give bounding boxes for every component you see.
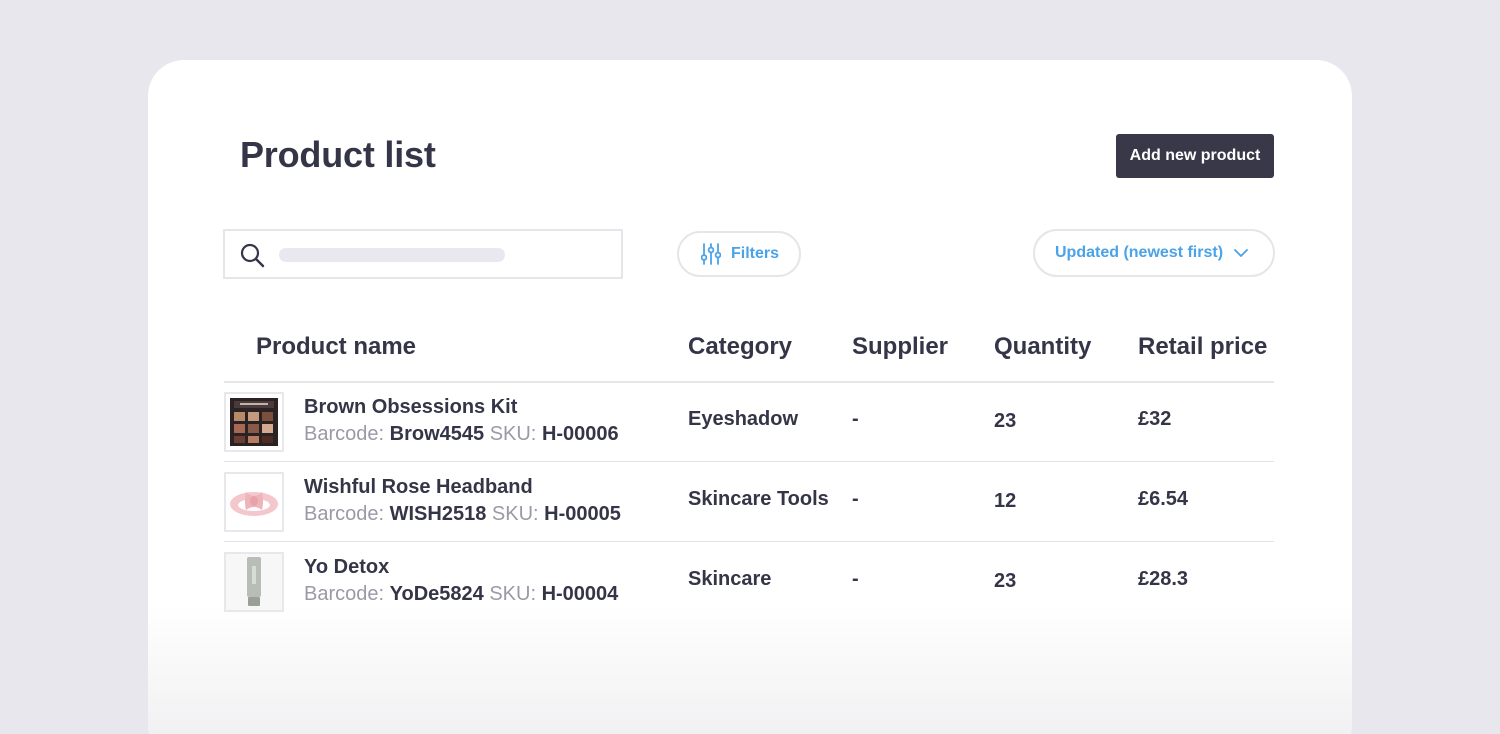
column-header-retail-price[interactable]: Retail price bbox=[1138, 333, 1267, 361]
sku-value: H-00006 bbox=[541, 423, 619, 445]
sku-value: H-00005 bbox=[544, 503, 621, 525]
supplier-cell: - bbox=[852, 568, 859, 590]
product-codes: Barcode: YoDe5824 SKU: H-00004 bbox=[304, 583, 618, 606]
tube-icon bbox=[224, 552, 284, 612]
price-cell: £28.3 bbox=[1138, 568, 1189, 590]
column-header-quantity[interactable]: Quantity bbox=[994, 333, 1091, 361]
barcode-value: Brow4545 bbox=[389, 423, 485, 445]
search-box[interactable] bbox=[223, 229, 623, 279]
product-name[interactable]: Wishful Rose Headband bbox=[304, 476, 533, 499]
product-codes: Barcode: WISH2518 SKU: H-00005 bbox=[304, 503, 621, 526]
table-row[interactable]: Wishful Rose Headband Barcode: WISH2518 … bbox=[224, 462, 1274, 542]
column-header-product-name[interactable]: Product name bbox=[256, 333, 416, 361]
product-codes: Barcode: Brow4545 SKU: H-00006 bbox=[304, 423, 619, 446]
headband-icon bbox=[224, 472, 284, 532]
add-new-product-button[interactable]: Add new product bbox=[1116, 134, 1274, 178]
product-name[interactable]: Brown Obsessions Kit bbox=[304, 396, 517, 419]
sku-value: H-00004 bbox=[541, 583, 619, 605]
filters-label: Filters bbox=[731, 245, 780, 262]
search-input[interactable] bbox=[279, 248, 505, 262]
sku-label: SKU: bbox=[489, 423, 537, 445]
price-cell: £6.54 bbox=[1138, 488, 1189, 510]
screen-background: Product list Add new product Filters Upd… bbox=[0, 0, 1500, 734]
chevron-down-icon bbox=[1234, 249, 1248, 257]
barcode-label: Barcode: bbox=[304, 583, 385, 605]
barcode-label: Barcode: bbox=[304, 503, 385, 525]
barcode-value: YoDe5824 bbox=[389, 583, 484, 605]
barcode-value: WISH2518 bbox=[389, 503, 487, 525]
table-row[interactable]: Brown Obsessions Kit Barcode: Brow4545 S… bbox=[224, 382, 1274, 462]
table-row[interactable]: Yo Detox Barcode: YoDe5824 SKU: H-00004 … bbox=[224, 542, 1274, 622]
column-header-supplier[interactable]: Supplier bbox=[852, 333, 948, 361]
search-icon bbox=[240, 243, 265, 268]
sort-dropdown[interactable]: Updated (newest first) bbox=[1033, 229, 1275, 277]
supplier-cell: - bbox=[852, 488, 859, 510]
quantity-cell: 23 bbox=[994, 570, 1017, 592]
sku-label: SKU: bbox=[489, 583, 537, 605]
bottom-fade-overlay bbox=[148, 604, 1352, 734]
category-cell: Skincare bbox=[688, 568, 772, 590]
quantity-cell: 12 bbox=[994, 490, 1017, 512]
category-cell: Skincare Tools bbox=[688, 488, 829, 510]
eyeshadow-palette-icon bbox=[224, 392, 284, 452]
category-cell: Eyeshadow bbox=[688, 408, 799, 430]
product-name[interactable]: Yo Detox bbox=[304, 556, 389, 579]
sku-label: SKU: bbox=[491, 503, 539, 525]
sliders-icon bbox=[701, 243, 721, 265]
barcode-label: Barcode: bbox=[304, 423, 385, 445]
page-title: Product list bbox=[240, 134, 436, 175]
filters-button[interactable]: Filters bbox=[677, 231, 801, 277]
product-list-card: Product list Add new product Filters Upd… bbox=[148, 60, 1352, 734]
price-cell: £32 bbox=[1138, 408, 1172, 430]
quantity-cell: 23 bbox=[994, 410, 1017, 432]
supplier-cell: - bbox=[852, 408, 859, 430]
sort-label: Updated (newest first) bbox=[1055, 244, 1224, 261]
column-header-category[interactable]: Category bbox=[688, 333, 792, 361]
